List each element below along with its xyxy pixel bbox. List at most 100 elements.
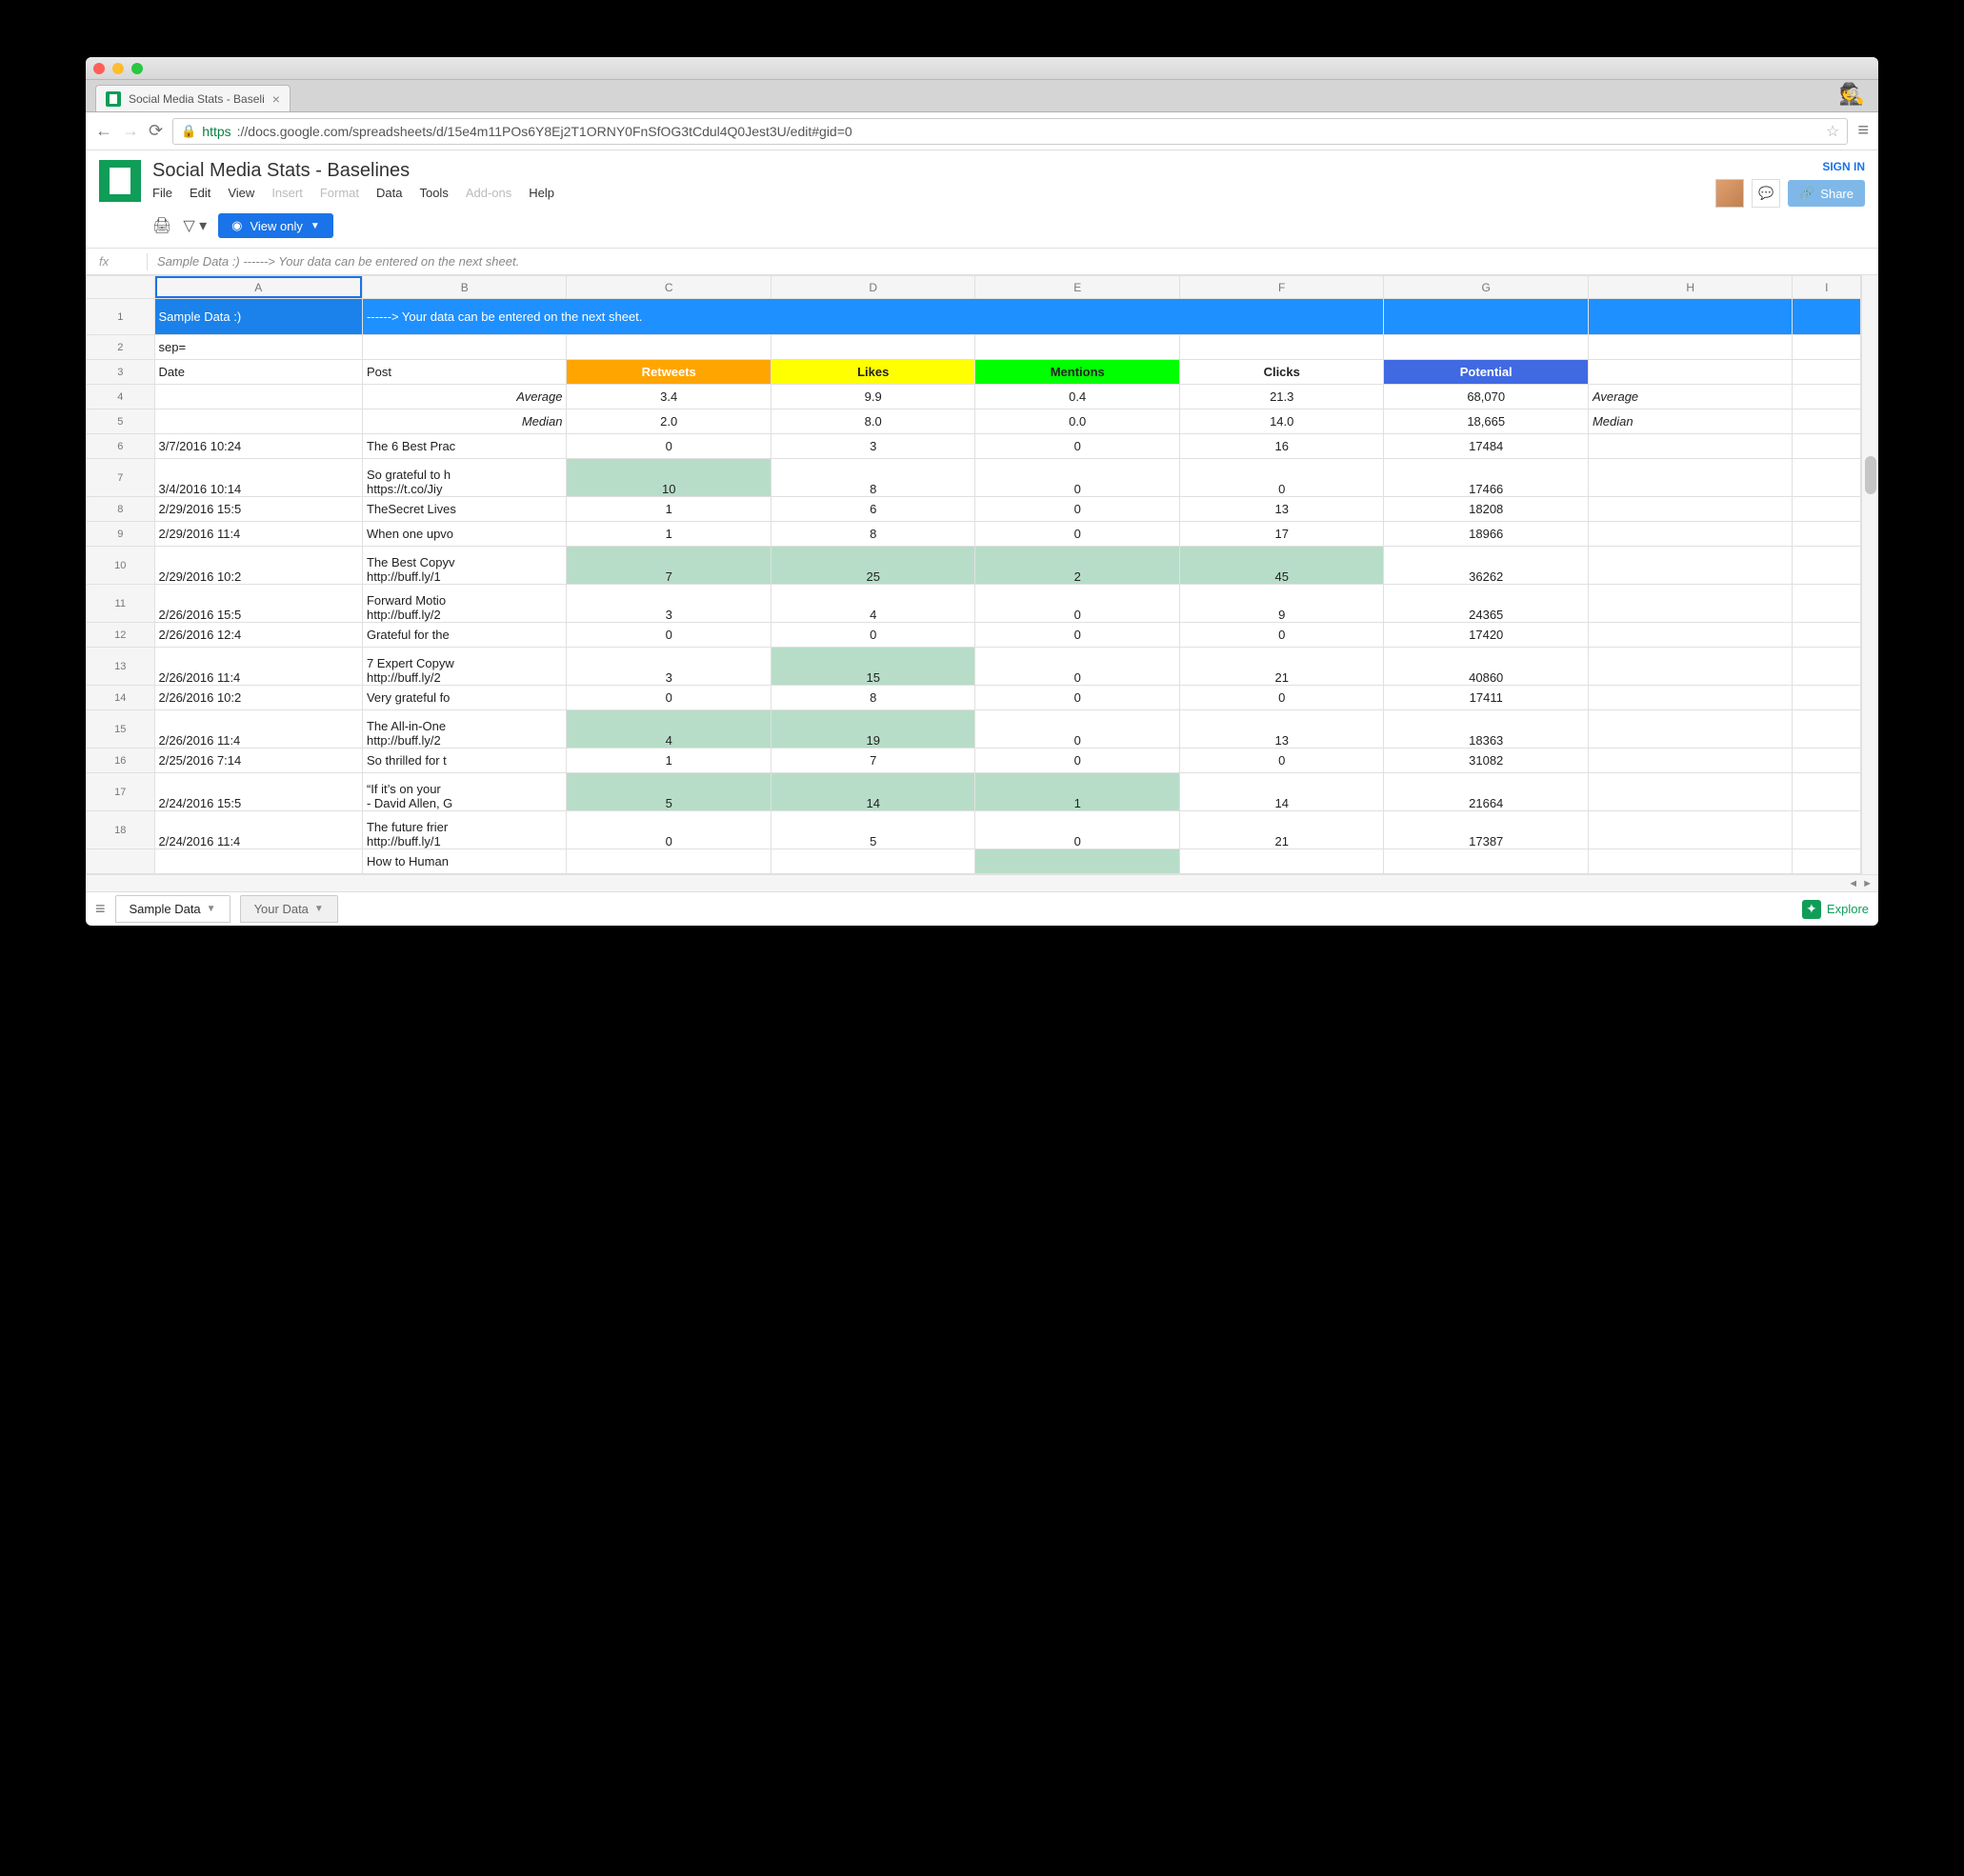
sign-in-link[interactable]: SIGN IN	[1715, 160, 1865, 173]
sheet-tab-active[interactable]: Sample Data ▼	[115, 895, 230, 923]
col-header-g[interactable]: G	[1384, 276, 1589, 299]
sheet-tab-bar: ≡ Sample Data ▼ Your Data ▼ ✦ Explore	[86, 891, 1878, 926]
col-header-b[interactable]: B	[362, 276, 567, 299]
incognito-icon: 🕵	[1839, 82, 1865, 107]
dropdown-icon[interactable]: ▼	[314, 904, 324, 914]
share-button[interactable]: 🔗 Share	[1788, 180, 1865, 207]
maximize-window-button[interactable]	[131, 63, 143, 74]
bookmark-icon[interactable]: ☆	[1826, 122, 1839, 141]
vertical-scrollbar[interactable]	[1861, 275, 1878, 874]
close-tab-icon[interactable]: ×	[272, 91, 280, 107]
explore-label: Explore	[1827, 902, 1869, 916]
row-2[interactable]: 2 sep=	[87, 335, 1861, 360]
dropdown-icon[interactable]: ▼	[207, 904, 216, 914]
table-row[interactable]: 172/24/2016 15:5“If it’s on your - David…	[87, 773, 1861, 811]
col-header-c[interactable]: C	[567, 276, 772, 299]
lock-icon: 🔒	[181, 124, 196, 139]
row-3[interactable]: 3 Date Post Retweets Likes Mentions Clic…	[87, 360, 1861, 385]
table-row[interactable]: 63/7/2016 10:24The 6 Best Prac0301617484	[87, 434, 1861, 459]
sheets-favicon-icon	[106, 91, 121, 107]
spreadsheet-grid[interactable]: A B C D E F G H I 1 Sample Data :) -----…	[86, 275, 1878, 874]
filter-icon[interactable]: ▽ ▾	[183, 216, 207, 235]
dropdown-icon: ▼	[311, 221, 320, 231]
user-avatar[interactable]	[1715, 179, 1744, 208]
sheet-tab-other[interactable]: Your Data ▼	[240, 895, 338, 923]
horizontal-scrollbar[interactable]: ◄►	[86, 874, 1878, 891]
scroll-left-icon[interactable]: ◄	[1848, 878, 1858, 889]
menu-data[interactable]: Data	[376, 186, 402, 200]
all-sheets-icon[interactable]: ≡	[95, 899, 106, 919]
print-icon[interactable]: 🖨	[152, 216, 171, 235]
table-row[interactable]: How to Human	[87, 849, 1861, 874]
table-row[interactable]: 142/26/2016 10:2Very grateful fo08001741…	[87, 686, 1861, 710]
table-row[interactable]: 152/26/2016 11:4The All-in-One http://bu…	[87, 710, 1861, 748]
browser-tab[interactable]: Social Media Stats - Baseli ×	[95, 85, 291, 111]
hdr-mentions[interactable]: Mentions	[975, 360, 1180, 385]
avg-label[interactable]: Average	[362, 385, 567, 409]
browser-menu-icon[interactable]: ≡	[1857, 120, 1869, 142]
hdr-potential[interactable]: Potential	[1384, 360, 1589, 385]
sheets-logo-icon[interactable]	[99, 160, 141, 202]
col-header-d[interactable]: D	[771, 276, 975, 299]
reload-button[interactable]: ⟳	[149, 121, 163, 141]
menu-help[interactable]: Help	[529, 186, 554, 200]
col-header-f[interactable]: F	[1179, 276, 1384, 299]
url-scheme: https	[202, 124, 230, 139]
cell-b1[interactable]: ------> Your data can be entered on the …	[362, 299, 1384, 335]
hdr-retweets[interactable]: Retweets	[567, 360, 772, 385]
sheet-tab-label: Your Data	[254, 902, 309, 916]
browser-window: Social Media Stats - Baseli × 🕵 ← → ⟳ 🔒 …	[86, 57, 1878, 926]
col-header-e[interactable]: E	[975, 276, 1180, 299]
scrollbar-thumb[interactable]	[1865, 456, 1876, 494]
table-row[interactable]: 182/24/2016 11:4The future frierhttp://b…	[87, 811, 1861, 849]
cell-a1[interactable]: Sample Data :)	[154, 299, 362, 335]
col-header-h[interactable]: H	[1588, 276, 1793, 299]
formula-bar[interactable]: fx Sample Data :) ------> Your data can …	[86, 249, 1878, 275]
macos-titlebar	[86, 57, 1878, 80]
menu-file[interactable]: File	[152, 186, 172, 200]
address-bar[interactable]: 🔒 https ://docs.google.com/spreadsheets/d…	[172, 118, 1848, 145]
hdr-clicks[interactable]: Clicks	[1179, 360, 1384, 385]
table-row[interactable]: 92/29/2016 11:4When one upvo1801718966	[87, 522, 1861, 547]
scroll-right-icon[interactable]: ►	[1862, 878, 1873, 889]
back-button[interactable]: ←	[95, 121, 112, 141]
hdr-post[interactable]: Post	[362, 360, 567, 385]
menu-edit[interactable]: Edit	[190, 186, 210, 200]
row-1[interactable]: 1 Sample Data :) ------> Your data can b…	[87, 299, 1861, 335]
document-title[interactable]: Social Media Stats - Baselines	[152, 160, 1715, 182]
minimize-window-button[interactable]	[112, 63, 124, 74]
cell-a2[interactable]: sep=	[154, 335, 362, 360]
toolbar: 🖨 ▽ ▾ ◉ View only ▼	[86, 208, 1878, 249]
table-row[interactable]: 82/29/2016 15:5TheSecret Lives1601318208	[87, 497, 1861, 522]
close-window-button[interactable]	[93, 63, 105, 74]
col-header-a[interactable]: A	[154, 276, 362, 299]
row-5[interactable]: 5 Median 2.0 8.0 0.0 14.0 18,665 Median	[87, 409, 1861, 434]
table-row[interactable]: 122/26/2016 12:4Grateful for the00001742…	[87, 623, 1861, 648]
view-only-button[interactable]: ◉ View only ▼	[218, 213, 333, 238]
menu-insert: Insert	[271, 186, 303, 200]
column-headers[interactable]: A B C D E F G H I	[87, 276, 1861, 299]
table-row[interactable]: 73/4/2016 10:14So grateful to hhttps://t…	[87, 459, 1861, 497]
table-row[interactable]: 112/26/2016 15:5Forward Motiohttp://buff…	[87, 585, 1861, 623]
explore-button[interactable]: ✦ Explore	[1802, 900, 1869, 919]
fx-icon: fx	[99, 254, 137, 269]
fx-content: Sample Data :) ------> Your data can be …	[157, 254, 519, 269]
hdr-likes[interactable]: Likes	[771, 360, 975, 385]
url-rest: ://docs.google.com/spreadsheets/d/15e4m1…	[237, 124, 852, 139]
browser-toolbar: ← → ⟳ 🔒 https ://docs.google.com/spreadsh…	[86, 112, 1878, 150]
table-row[interactable]: 162/25/2016 7:14So thrilled for t1700310…	[87, 748, 1861, 773]
row-4[interactable]: 4 Average 3.4 9.9 0.4 21.3 68,070 Averag…	[87, 385, 1861, 409]
table-row[interactable]: 132/26/2016 11:47 Expert Copywhttp://buf…	[87, 648, 1861, 686]
menu-view[interactable]: View	[228, 186, 254, 200]
forward-button[interactable]: →	[122, 121, 139, 141]
menu-tools[interactable]: Tools	[419, 186, 448, 200]
hdr-date[interactable]: Date	[154, 360, 362, 385]
col-header-i[interactable]: I	[1793, 276, 1861, 299]
explore-icon: ✦	[1802, 900, 1821, 919]
browser-tabstrip: Social Media Stats - Baseli × 🕵	[86, 80, 1878, 112]
chat-icon[interactable]: 💬	[1752, 179, 1780, 208]
med-label[interactable]: Median	[362, 409, 567, 434]
table-row[interactable]: 102/29/2016 10:2The Best Copyvhttp://buf…	[87, 547, 1861, 585]
menu-format: Format	[320, 186, 359, 200]
row-header[interactable]: 1	[87, 299, 155, 335]
